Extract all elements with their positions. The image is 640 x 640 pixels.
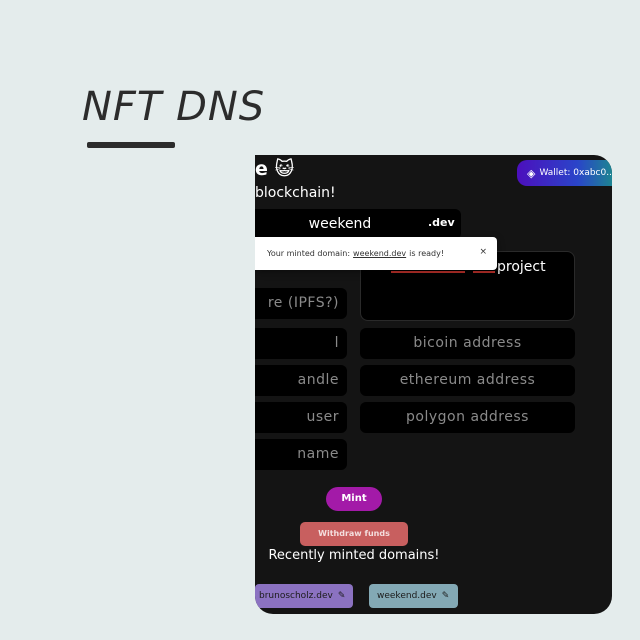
toast-prefix: Your minted domain:: [267, 249, 351, 258]
name-field[interactable]: name: [255, 439, 347, 470]
domain-row: weekend .dev: [255, 209, 461, 239]
wallet-label: Wallet: 0xabc0...8: [539, 168, 612, 178]
polygon-address-field[interactable]: polygon address: [360, 402, 575, 433]
spellcheck-underline: [391, 271, 465, 273]
withdraw-funds-button[interactable]: Withdraw funds: [300, 522, 408, 546]
pencil-icon[interactable]: ✎: [442, 584, 450, 608]
ipfs-field[interactable]: re (IPFS?): [255, 288, 347, 319]
toast-suffix: is ready!: [409, 249, 445, 258]
pencil-icon[interactable]: ✎: [338, 584, 346, 608]
wallet-button[interactable]: ◈ Wallet: 0xabc0...8: [517, 160, 612, 186]
page-title: NFT DNS: [82, 84, 266, 130]
wallet-icon: ◈: [527, 166, 536, 180]
bitcoin-address-field[interactable]: bicoin address: [360, 328, 575, 359]
ethereum-address-field[interactable]: ethereum address: [360, 365, 575, 396]
close-icon[interactable]: ×: [479, 247, 487, 257]
handle-field[interactable]: andle: [255, 365, 347, 396]
app-window: e 😺 blockchain! ◈ Wallet: 0xabc0...8 wee…: [255, 155, 612, 614]
email-field[interactable]: l: [255, 328, 347, 359]
tld-label: .dev: [428, 216, 455, 229]
record-text: project: [497, 259, 546, 275]
recent-domains-heading: Recently minted domains!: [268, 548, 440, 563]
recent-domain-label: weekend.dev: [377, 591, 437, 601]
domain-input[interactable]: weekend: [255, 209, 425, 239]
mint-button[interactable]: Mint: [326, 487, 382, 511]
recent-domain-chip[interactable]: brunoscholz.dev ✎: [255, 584, 353, 608]
spellcheck-underline: [473, 271, 495, 273]
app-subtitle: blockchain!: [255, 185, 336, 201]
toast-domain-link[interactable]: weekend.dev: [353, 249, 406, 258]
recent-domain-chip[interactable]: weekend.dev ✎: [369, 584, 458, 608]
user-field[interactable]: user: [255, 402, 347, 433]
title-underline: [87, 142, 175, 148]
recent-domain-label: brunoscholz.dev: [259, 591, 333, 601]
toast-notification: Your minted domain: weekend.dev is ready…: [255, 237, 497, 270]
app-title: e 😺: [255, 158, 295, 180]
